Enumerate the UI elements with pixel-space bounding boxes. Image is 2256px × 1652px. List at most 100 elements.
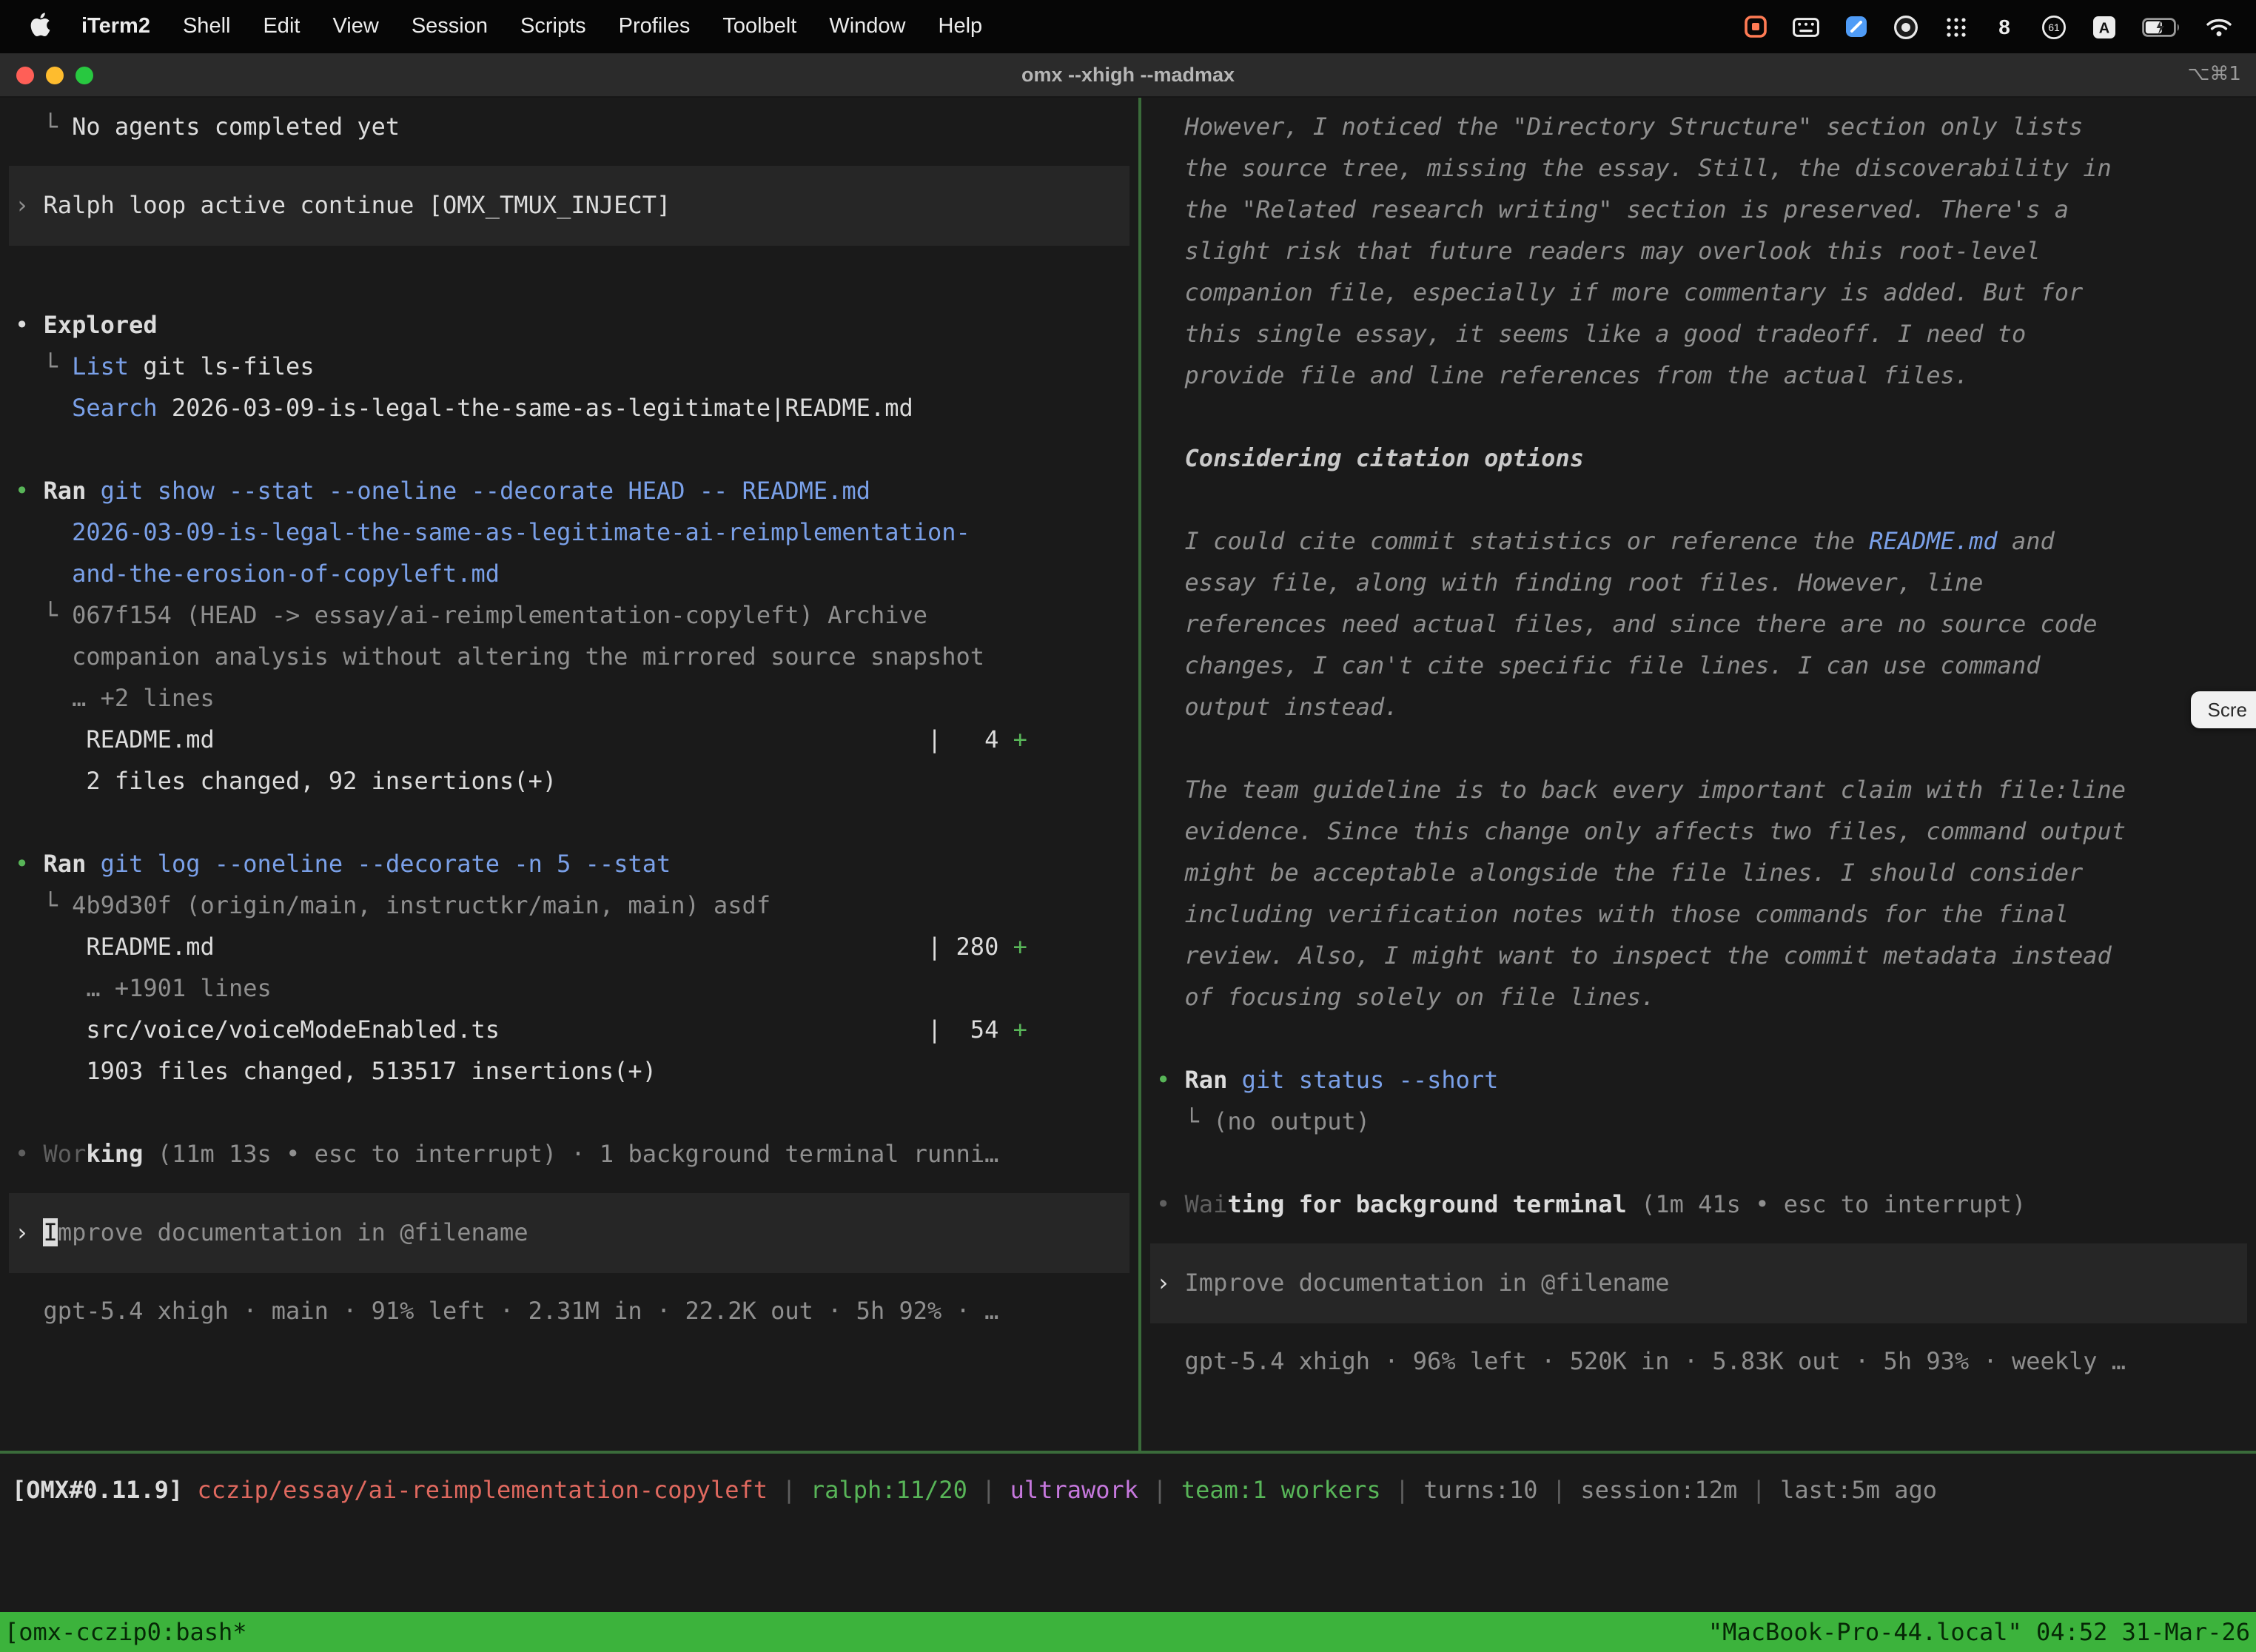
blank-line bbox=[1156, 480, 2256, 521]
model-status-left: gpt-5.4 xhigh · main · 91% left · 2.31M … bbox=[15, 1291, 1138, 1332]
terminal-line: └ 067f154 (HEAD -> essay/ai-reimplementa… bbox=[15, 595, 1138, 637]
blank-line bbox=[15, 802, 1138, 844]
terminal-line: might be acceptable alongside the file l… bbox=[1156, 853, 2256, 894]
svg-text:61: 61 bbox=[2048, 21, 2060, 33]
screen-record-icon[interactable] bbox=[1744, 12, 1767, 41]
left-pane[interactable]: └ No agents completed yet › Ralph loop ac… bbox=[0, 98, 1138, 1451]
terminal-line: • Working (11m 13s • esc to interrupt) ·… bbox=[15, 1134, 1138, 1175]
agent-input-left[interactable]: › Improve documentation in @filename bbox=[9, 1193, 1129, 1273]
menu-bar-left: iTerm2ShellEditViewSessionScriptsProfile… bbox=[0, 11, 998, 42]
blue-app-icon[interactable] bbox=[1844, 12, 1868, 41]
terminal-line: … +1901 lines bbox=[15, 968, 1138, 1010]
terminal-line: • Explored bbox=[15, 305, 1138, 346]
terminal-line: └ (no output) bbox=[1156, 1101, 2256, 1143]
tmux-session-label: [omx-cczip0:bash* bbox=[0, 1618, 247, 1646]
tmux-host-label: "MacBook-Pro-44.local" 04:52 31-Mar-26 bbox=[1708, 1618, 2256, 1646]
terminal-line: … +2 lines bbox=[15, 678, 1138, 719]
terminal-line: slight risk that future readers may over… bbox=[1156, 231, 2256, 272]
terminal-line: README.md | 4 + bbox=[15, 719, 1138, 761]
omx-status-segments: [OMX#0.11.9] cczip/essay/ai-reimplementa… bbox=[12, 1470, 2256, 1511]
menu-item-shell[interactable]: Shell bbox=[167, 15, 247, 38]
menu-item-session[interactable]: Session bbox=[395, 15, 504, 38]
keyboard-icon[interactable] bbox=[1793, 12, 1819, 41]
terminal-line: • Ran git status --short bbox=[1156, 1060, 2256, 1101]
terminal-line: The team guideline is to back every impo… bbox=[1156, 770, 2256, 811]
terminal-line: companion file, especially if more comme… bbox=[1156, 272, 2256, 314]
omx-status-line: [OMX#0.11.9] cczip/essay/ai-reimplementa… bbox=[0, 1470, 2256, 1511]
blank-line bbox=[1156, 397, 2256, 438]
blank-line bbox=[1156, 1018, 2256, 1060]
title-bar[interactable]: omx --xhigh --madmax ⌥⌘1 bbox=[0, 53, 2256, 98]
terminal-line: evidence. Since this change only affects… bbox=[1156, 811, 2256, 853]
screen-overlay-button[interactable]: Scre bbox=[2192, 691, 2256, 728]
terminal-line: README.md | 280 + bbox=[15, 927, 1138, 968]
figure-eight-icon[interactable]: 8 bbox=[1993, 12, 2016, 41]
terminal-line: Considering citation options bbox=[1156, 438, 2256, 480]
menu-item-toolbelt[interactable]: Toolbelt bbox=[706, 15, 813, 38]
close-button[interactable] bbox=[16, 66, 34, 84]
battery-icon[interactable] bbox=[2142, 12, 2181, 41]
menu-bar-status-icons: 8 61 A bbox=[1744, 12, 2256, 41]
zoom-button[interactable] bbox=[75, 66, 93, 84]
apple-logo-icon bbox=[30, 11, 50, 42]
inject-banner[interactable]: › Ralph loop active continue [OMX_TMUX_I… bbox=[9, 166, 1129, 246]
blank-line bbox=[15, 263, 1138, 305]
terminal-line: output instead. bbox=[1156, 687, 2256, 728]
terminal-line: src/voice/voiceModeEnabled.ts | 54 + bbox=[15, 1010, 1138, 1051]
terminal-line: changes, I can't cite specific file line… bbox=[1156, 645, 2256, 687]
terminal-line: review. Also, I might want to inspect th… bbox=[1156, 936, 2256, 977]
screen: iTerm2ShellEditViewSessionScriptsProfile… bbox=[0, 0, 2256, 1652]
menu-item-edit[interactable]: Edit bbox=[246, 15, 316, 38]
terminal-line: of focusing solely on file lines. bbox=[1156, 977, 2256, 1018]
pane-border-horizontal bbox=[0, 1451, 2256, 1454]
minimize-button[interactable] bbox=[46, 66, 64, 84]
terminal-line: the source tree, missing the essay. Stil… bbox=[1156, 148, 2256, 189]
terminal-line: └ 4b9d30f (origin/main, instructkr/main,… bbox=[15, 885, 1138, 927]
terminal-line: 2026-03-09-is-legal-the-same-as-legitima… bbox=[15, 512, 1138, 554]
terminal-line: Search 2026-03-09-is-legal-the-same-as-l… bbox=[15, 388, 1138, 429]
terminal-line: • Ran git show --stat --oneline --decora… bbox=[15, 471, 1138, 512]
terminal-line: 2 files changed, 92 insertions(+) bbox=[15, 761, 1138, 802]
blank-line bbox=[1156, 1143, 2256, 1184]
terminal-line: companion analysis without altering the … bbox=[15, 637, 1138, 678]
menu-item-scripts[interactable]: Scripts bbox=[504, 15, 602, 38]
terminal-line: this single essay, it seems like a good … bbox=[1156, 314, 2256, 355]
terminal: └ No agents completed yet › Ralph loop ac… bbox=[0, 98, 2256, 1451]
terminal-line: └ List git ls-files bbox=[15, 346, 1138, 388]
box-line: › Improve documentation in @filename bbox=[1156, 1263, 2241, 1304]
svg-text:A: A bbox=[2099, 20, 2109, 36]
right-pane[interactable]: However, I noticed the "Directory Struct… bbox=[1141, 98, 2256, 1451]
terminal-line: provide file and line references from th… bbox=[1156, 355, 2256, 397]
apple-menu[interactable] bbox=[24, 11, 65, 42]
wifi-icon[interactable] bbox=[2206, 12, 2232, 41]
box-line: › Improve documentation in @filename bbox=[15, 1212, 1124, 1254]
input-source-icon[interactable]: A bbox=[2092, 12, 2117, 41]
menu-item-view[interactable]: View bbox=[316, 15, 395, 38]
window-title: omx --xhigh --madmax bbox=[0, 64, 2256, 86]
box-line: › Ralph loop active continue [OMX_TMUX_I… bbox=[15, 185, 1124, 226]
terminal-line: • Waiting for background terminal (1m 41… bbox=[1156, 1184, 2256, 1226]
menu-item-help[interactable]: Help bbox=[922, 15, 999, 38]
blank-line bbox=[15, 1092, 1138, 1134]
tmux-status-bar: [omx-cczip0:bash* "MacBook-Pro-44.local"… bbox=[0, 1612, 2256, 1652]
blank-line bbox=[15, 429, 1138, 471]
terminal-line: including verification notes with those … bbox=[1156, 894, 2256, 936]
model-status-right: gpt-5.4 xhigh · 96% left · 520K in · 5.8… bbox=[1156, 1341, 2256, 1383]
menu-item-iterm2[interactable]: iTerm2 bbox=[65, 15, 167, 38]
terminal-line: 1903 files changed, 513517 insertions(+) bbox=[15, 1051, 1138, 1092]
terminal-line: and-the-erosion-of-copyleft.md bbox=[15, 554, 1138, 595]
terminal-line: └ No agents completed yet bbox=[15, 107, 1138, 148]
menu-item-profiles[interactable]: Profiles bbox=[602, 15, 707, 38]
menu-item-window[interactable]: Window bbox=[813, 15, 921, 38]
dots-grid-icon[interactable] bbox=[1944, 12, 1967, 41]
terminal-line: I could cite commit statistics or refere… bbox=[1156, 521, 2256, 563]
terminal-line: • Ran git log --oneline --decorate -n 5 … bbox=[15, 844, 1138, 885]
menu-bar: iTerm2ShellEditViewSessionScriptsProfile… bbox=[0, 0, 2256, 53]
window-shortcut-badge: ⌥⌘1 bbox=[2187, 64, 2256, 86]
gauge-icon[interactable]: 61 bbox=[2041, 12, 2067, 41]
terminal-line: However, I noticed the "Directory Struct… bbox=[1156, 107, 2256, 148]
terminal-line: essay file, along with finding root file… bbox=[1156, 563, 2256, 604]
terminal-line: the "Related research writing" section i… bbox=[1156, 189, 2256, 231]
agent-input-right[interactable]: › Improve documentation in @filename bbox=[1150, 1243, 2247, 1323]
dark-app-icon[interactable] bbox=[1893, 12, 1918, 41]
